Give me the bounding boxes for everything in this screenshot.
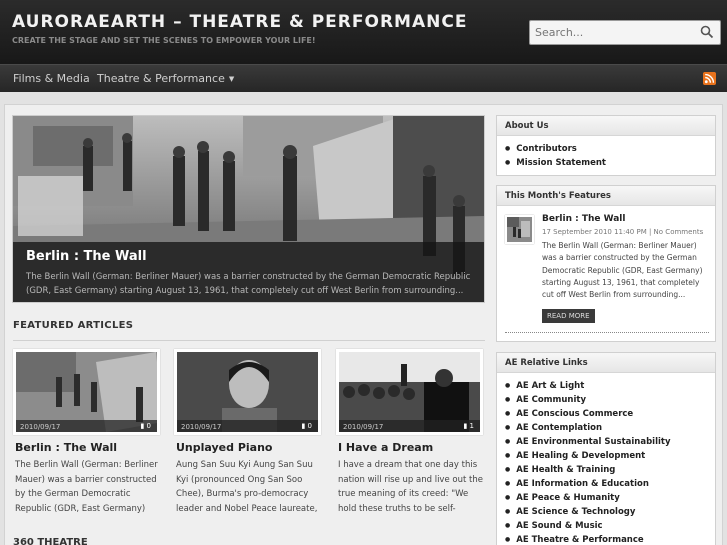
feature-thumbnail-image	[507, 217, 532, 242]
feature-thumbnail[interactable]	[505, 215, 534, 244]
nav-item-theatre-performance[interactable]: Theatre & Performance ▼	[97, 72, 234, 85]
relative-link[interactable]: AE Environmental Sustainability	[505, 435, 670, 449]
relative-link[interactable]: AE Peace & Humanity	[505, 491, 671, 505]
feature-meta: 17 September 2010 11:40 PM | No Comments	[542, 228, 704, 236]
featured-article-card: 2010/09/17 ▮ 1 I Have a Dream I have a d…	[336, 349, 486, 545]
comment-count-value: 0	[307, 422, 312, 430]
nav-item-label: Theatre & Performance	[97, 72, 225, 85]
relative-link[interactable]: AE Health & Training	[505, 463, 671, 477]
widget-relative-links: AE Relative Links AE Art & Light AE Comm…	[496, 352, 716, 545]
comment-count-value: 1	[469, 422, 474, 430]
slider-caption: Berlin : The Wall The Berlin Wall (Germa…	[13, 242, 484, 302]
article-thumbnail[interactable]: 2010/09/17 ▮ 0	[174, 349, 321, 435]
article-title[interactable]: Berlin : The Wall	[15, 441, 117, 454]
main-nav: Films & Media Theatre & Performance ▼	[0, 64, 727, 92]
comment-count[interactable]: ▮ 0	[140, 422, 151, 430]
search-input[interactable]	[530, 21, 700, 44]
relative-link[interactable]: AE Sound & Music	[505, 519, 671, 533]
relative-link[interactable]: AE Contemplation	[505, 421, 671, 435]
relative-link[interactable]: AE Information & Education	[505, 477, 671, 491]
site-title[interactable]: AURORAEARTH – THEATRE & PERFORMANCE	[12, 12, 467, 32]
comment-count[interactable]: ▮ 1	[463, 422, 474, 430]
search-box[interactable]	[529, 20, 721, 45]
divider	[13, 340, 485, 341]
widget-month-features: This Month's Features Berlin : The Wall …	[496, 185, 716, 342]
chevron-down-icon: ▼	[228, 75, 235, 83]
slider-title[interactable]: Berlin : The Wall	[26, 249, 147, 264]
site-header: AURORAEARTH – THEATRE & PERFORMANCE CREA…	[0, 0, 727, 64]
widget-heading: This Month's Features	[497, 186, 715, 206]
article-thumbnail[interactable]: 2010/09/17 ▮ 0	[13, 349, 160, 435]
site-tagline: CREATE THE STAGE AND SET THE SCENES TO E…	[12, 36, 316, 45]
comment-count[interactable]: ▮ 0	[301, 422, 312, 430]
article-excerpt: I have a dream that one day this nation …	[338, 460, 483, 514]
nav-item-films-media[interactable]: Films & Media	[13, 72, 90, 85]
section-heading-360-theatre: 360 THEATRE	[13, 537, 88, 545]
relative-link[interactable]: AE Theatre & Performance	[505, 533, 671, 545]
article-excerpt: The Berlin Wall (German: Berliner Mauer)…	[15, 460, 158, 514]
divider	[505, 332, 709, 333]
relative-link[interactable]: AE Art & Light	[505, 379, 671, 393]
about-link-mission-statement[interactable]: Mission Statement	[505, 156, 606, 170]
widget-heading: AE Relative Links	[497, 353, 715, 373]
relative-links-list: AE Art & Light AE Community AE Conscious…	[505, 379, 671, 545]
article-excerpt: Aung San Suu Kyi Aung San Suu Kyi (prono…	[176, 460, 318, 514]
article-date: 2010/09/17	[20, 423, 61, 431]
relative-link[interactable]: AE Community	[505, 393, 671, 407]
slider-excerpt: The Berlin Wall (German: Berliner Mauer)…	[26, 272, 471, 296]
article-title[interactable]: Unplayed Piano	[176, 441, 272, 454]
article-thumbnail[interactable]: 2010/09/17 ▮ 1	[336, 349, 483, 435]
widget-heading: About Us	[497, 116, 715, 136]
featured-article-card: 2010/09/17 ▮ 0 Berlin : The Wall The Ber…	[13, 349, 163, 545]
article-title[interactable]: I Have a Dream	[338, 441, 433, 454]
comment-count-value: 0	[146, 422, 151, 430]
about-link-contributors[interactable]: Contributors	[505, 142, 606, 156]
feature-excerpt: The Berlin Wall (German: Berliner Mauer)…	[542, 241, 703, 300]
about-list: Contributors Mission Statement	[505, 142, 606, 170]
featured-slider[interactable]: Berlin : The Wall The Berlin Wall (Germa…	[12, 115, 485, 303]
relative-link[interactable]: AE Healing & Development	[505, 449, 671, 463]
feature-title[interactable]: Berlin : The Wall	[542, 214, 625, 224]
relative-link[interactable]: AE Science & Technology	[505, 505, 671, 519]
featured-article-card: 2010/09/17 ▮ 0 Unplayed Piano Aung San S…	[174, 349, 324, 545]
read-more-button[interactable]: READ MORE	[542, 309, 595, 323]
article-date: 2010/09/17	[181, 423, 222, 431]
article-date: 2010/09/17	[343, 423, 384, 431]
widget-about-us: About Us Contributors Mission Statement	[496, 115, 716, 176]
relative-link[interactable]: AE Conscious Commerce	[505, 407, 671, 421]
nav-item-label: Films & Media	[13, 72, 90, 85]
rss-icon[interactable]	[703, 72, 716, 85]
featured-articles-heading: FEATURED ARTICLES	[13, 320, 134, 331]
search-icon[interactable]	[700, 25, 714, 39]
